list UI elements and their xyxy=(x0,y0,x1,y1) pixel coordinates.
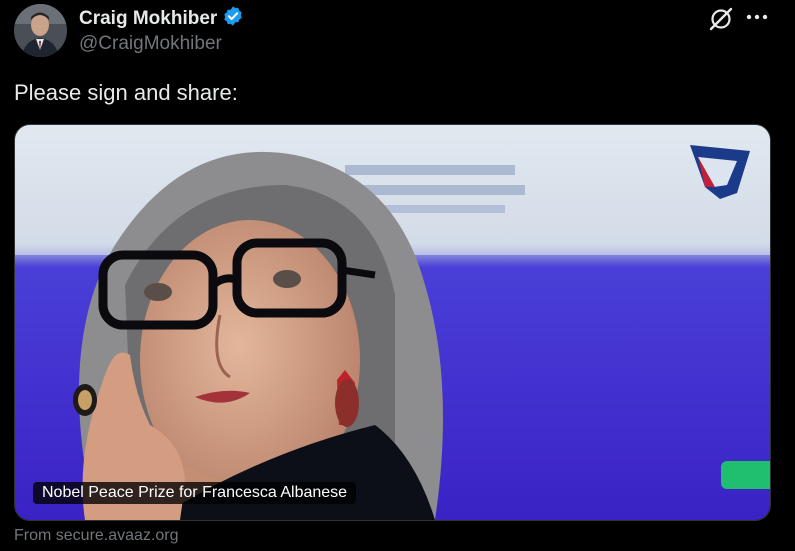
author-name-row: Craig Mokhiber xyxy=(79,5,244,32)
more-options-icon[interactable] xyxy=(745,10,769,29)
tweet-text: Please sign and share: xyxy=(14,80,238,105)
card-caption: Nobel Peace Prize for Francesca Albanese xyxy=(33,482,357,504)
card-image xyxy=(15,125,770,520)
avatar[interactable] xyxy=(14,4,67,57)
author-display-name[interactable]: Craig Mokhiber xyxy=(79,8,217,30)
card-source-link[interactable]: From secure.avaaz.org xyxy=(14,527,179,545)
verified-badge-icon xyxy=(222,5,244,32)
grok-icon[interactable] xyxy=(708,6,734,37)
link-card[interactable]: Nobel Peace Prize for Francesca Albanese xyxy=(14,124,771,521)
author-handle[interactable]: @CraigMokhiber xyxy=(79,33,222,55)
avatar-image xyxy=(14,4,67,57)
